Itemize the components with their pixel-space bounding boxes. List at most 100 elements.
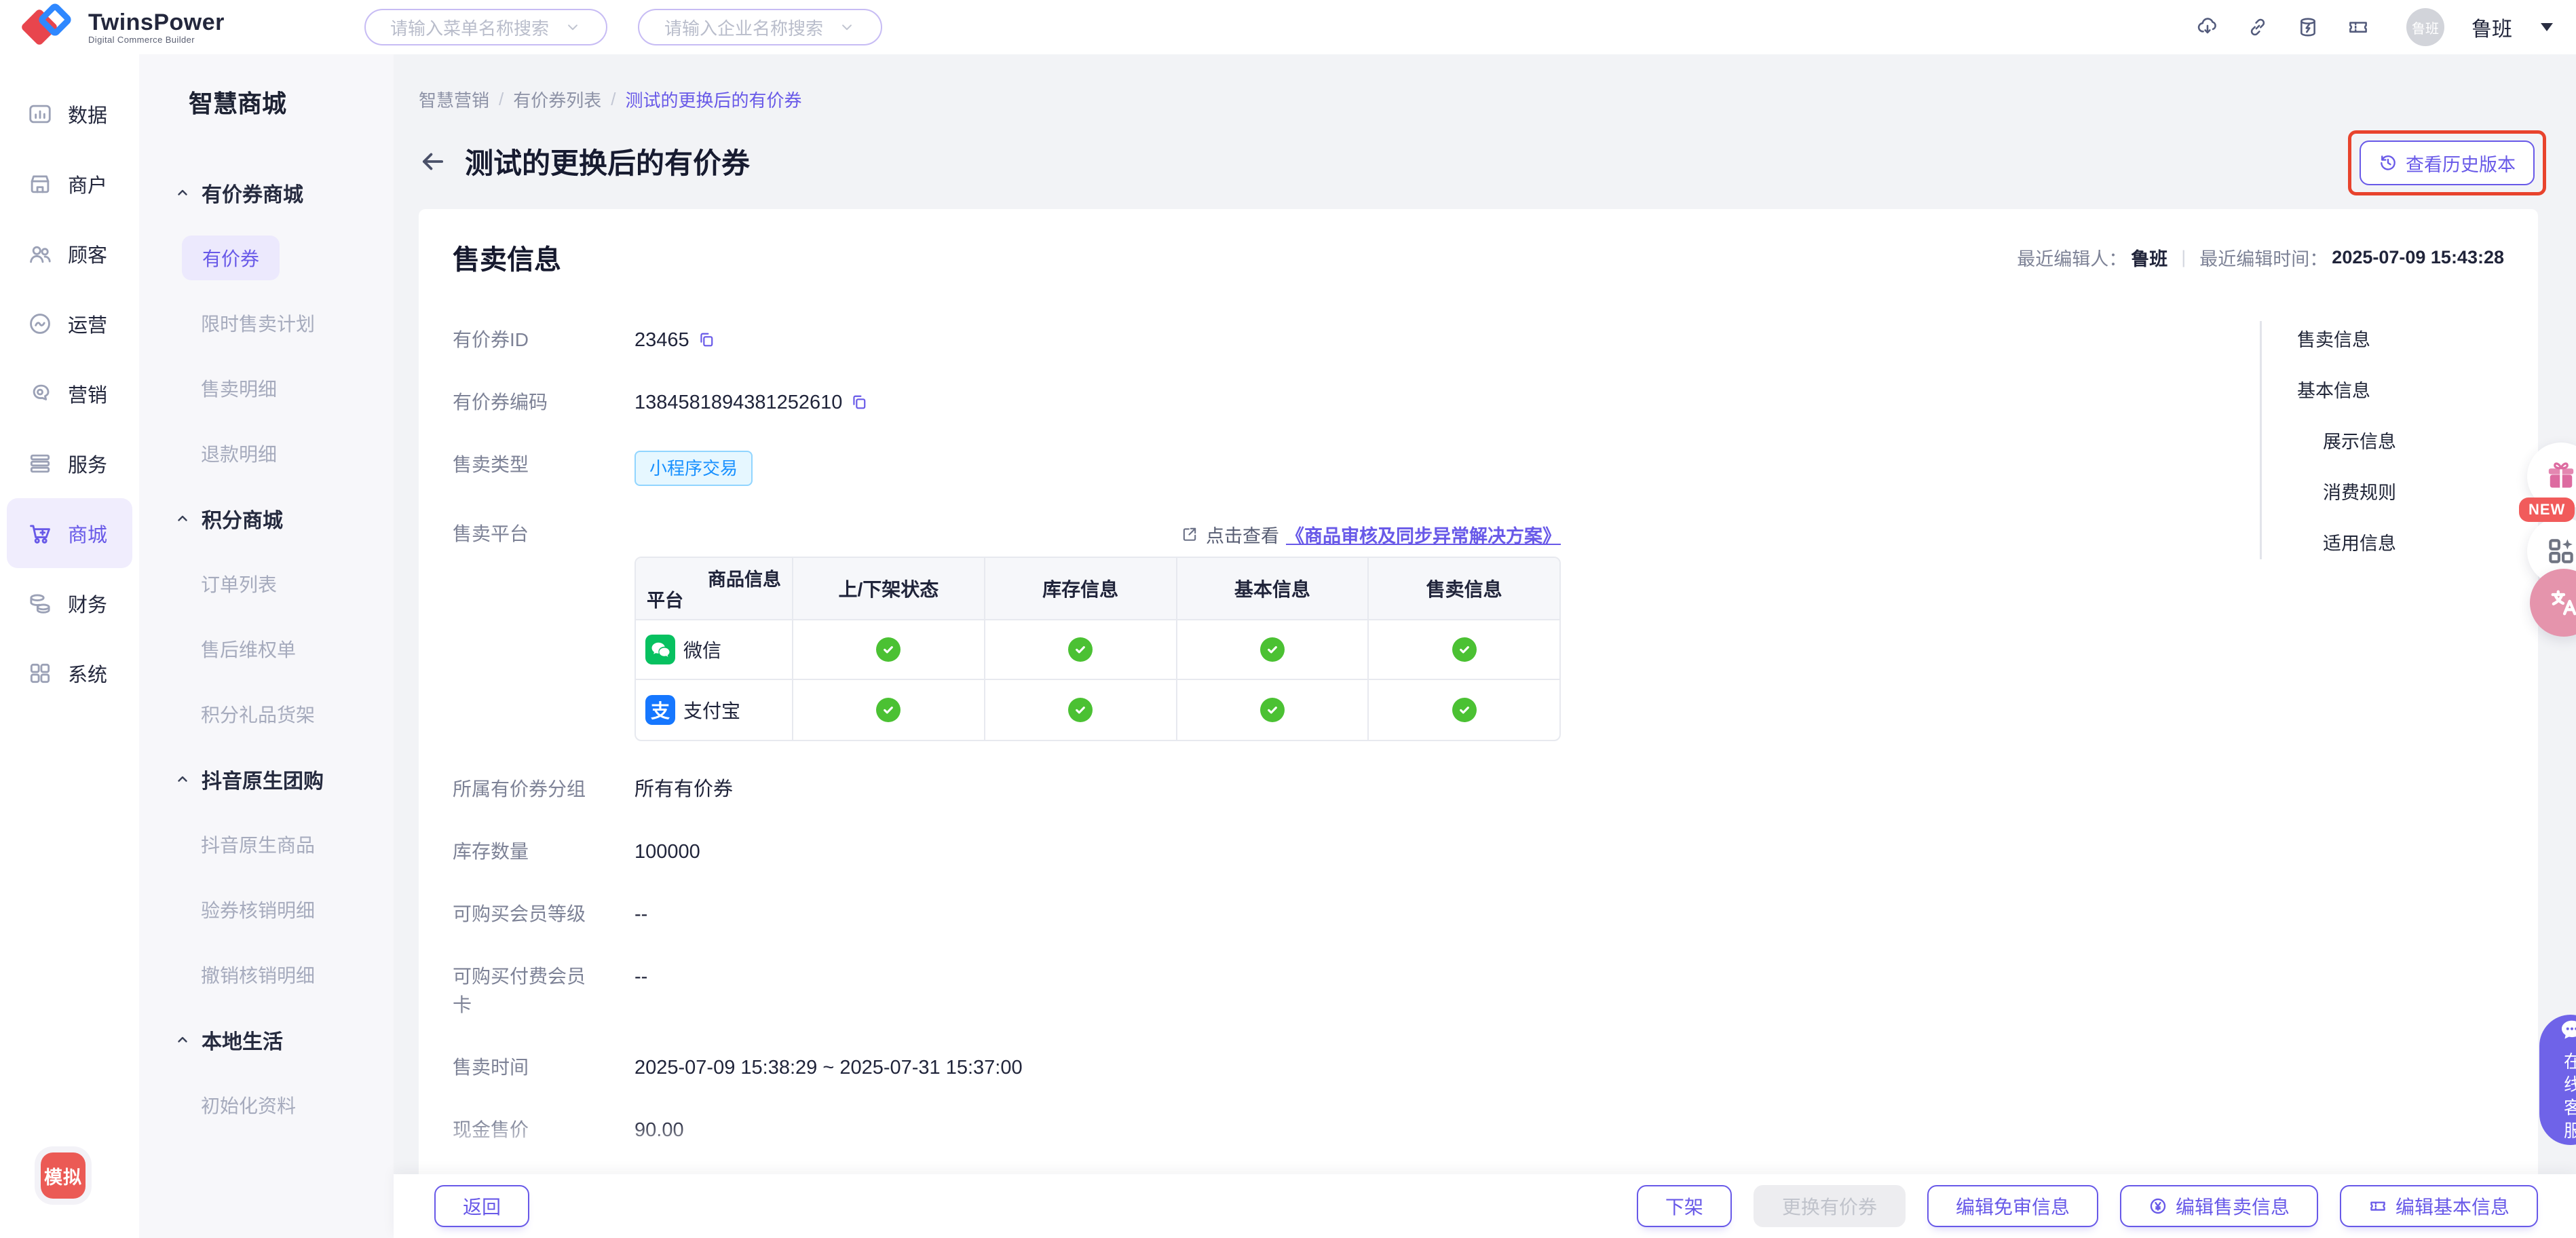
- column-header: 上/下架状态: [792, 558, 984, 620]
- sidebar-item-service[interactable]: 服务: [7, 428, 132, 498]
- copy-icon[interactable]: [850, 393, 868, 411]
- cloud-download-icon[interactable]: [2196, 16, 2219, 39]
- editor-name: 鲁班: [2131, 244, 2167, 271]
- field-cash-price: 现金售价 90.00: [453, 1116, 2504, 1144]
- coupon-icon[interactable]: [2347, 16, 2370, 39]
- section-local-life[interactable]: 本地生活: [139, 1007, 394, 1072]
- sale-type-tag: 小程序交易: [634, 451, 753, 486]
- submenu-title: 智慧商城: [139, 90, 394, 118]
- sidebar-item-data[interactable]: 数据: [7, 79, 132, 149]
- submenu-item-verify-detail[interactable]: 验券核销明细: [139, 896, 315, 923]
- status-check-icon: [1260, 698, 1285, 722]
- sidebar-item-finance[interactable]: 财务: [7, 568, 132, 638]
- edit-exempt-info-button[interactable]: 编辑免审信息: [1927, 1185, 2098, 1227]
- back-button[interactable]: 返回: [434, 1185, 529, 1227]
- solution-doc-link[interactable]: 《商品审核及同步异常解决方案》: [1286, 521, 1561, 548]
- anchor-item-consume-rules[interactable]: 消费规则: [2297, 478, 2396, 504]
- topbar: TwinsPower Digital Commerce Builder 请输入菜…: [0, 0, 2576, 54]
- field-sale-time: 售卖时间 2025-07-09 15:38:29 ~ 2025-07-31 15…: [453, 1053, 2504, 1082]
- anchor-item-apply-info[interactable]: 适用信息: [2297, 529, 2396, 555]
- platform-name: 支付宝: [683, 696, 740, 724]
- gift-icon: [2543, 459, 2576, 494]
- field-stock: 库存数量 100000: [453, 838, 2504, 866]
- submenu-item-limited-plan[interactable]: 限时售卖计划: [139, 310, 315, 337]
- chart-icon: [27, 101, 53, 127]
- submenu-item-sale-detail[interactable]: 售卖明细: [139, 375, 277, 402]
- apps-sparkle-icon: [2544, 534, 2576, 568]
- sidebar-item-merchant[interactable]: 商户: [7, 149, 132, 219]
- user-menu-caret-icon[interactable]: [2541, 23, 2553, 31]
- back-arrow-icon[interactable]: [419, 147, 447, 176]
- history-icon: [2379, 153, 2398, 172]
- service-icon: [27, 451, 53, 476]
- chevron-up-icon: [174, 1032, 191, 1048]
- column-header: 库存信息: [984, 558, 1176, 620]
- status-check-icon: [876, 698, 901, 722]
- copy-icon[interactable]: [698, 331, 715, 348]
- simulate-badge[interactable]: 模拟: [41, 1152, 86, 1199]
- field-paid-member-card: 可购买付费会员卡 --: [453, 962, 2504, 1019]
- submenu-item-refund-detail[interactable]: 退款明细: [139, 440, 277, 467]
- chevron-down-icon: [564, 18, 582, 36]
- submenu-item-aftersale[interactable]: 售后维权单: [139, 635, 296, 662]
- edit-sale-info-button[interactable]: 编辑售卖信息: [2120, 1185, 2318, 1227]
- sidebar-item-mall[interactable]: 商城: [7, 498, 132, 568]
- field-sale-type: 售卖类型 小程序交易: [453, 451, 2504, 486]
- link-icon[interactable]: [2246, 16, 2269, 39]
- sidebar-item-system[interactable]: 系统: [7, 638, 132, 708]
- menu-search-placeholder: 请输入菜单名称搜索: [390, 15, 549, 40]
- submenu-item-order-list[interactable]: 订单列表: [139, 570, 277, 597]
- submenu-item-revoke-detail[interactable]: 撤销核销明细: [139, 961, 315, 988]
- translate-icon: [2546, 585, 2576, 620]
- take-down-button[interactable]: 下架: [1637, 1185, 1732, 1227]
- panel-title: 售卖信息: [453, 238, 561, 277]
- submenu-item-gift-shelf[interactable]: 积分礼品货架: [139, 700, 315, 728]
- sidebar-item-operations[interactable]: 运营: [7, 288, 132, 358]
- user-avatar[interactable]: 鲁班: [2406, 8, 2444, 46]
- brand-tagline: Digital Commerce Builder: [88, 35, 225, 45]
- anchor-item-display-info[interactable]: 展示信息: [2297, 427, 2396, 453]
- database-icon[interactable]: [2296, 16, 2319, 39]
- coins-icon: [27, 590, 53, 616]
- user-name[interactable]: 鲁班: [2471, 12, 2512, 42]
- field-member-level: 可购买会员等级 --: [453, 900, 2504, 928]
- status-check-icon: [1452, 637, 1477, 662]
- edit-meta: 最近编辑人： 鲁班 | 最近编辑时间： 2025-07-09 15:43:28: [2017, 244, 2504, 271]
- section-douyin-group[interactable]: 抖音原生团购: [139, 747, 394, 812]
- submenu-item-douyin-goods[interactable]: 抖音原生商品: [139, 831, 315, 858]
- sidebar-item-marketing[interactable]: 营销: [7, 358, 132, 428]
- platform-sync-table: 商品信息 平台 上/下架状态 库存信息 基本信息 售卖信息: [634, 557, 1561, 741]
- column-header: 基本信息: [1176, 558, 1368, 620]
- table-row: 支 支付宝: [636, 680, 1559, 740]
- yen-circle-icon: [2148, 1197, 2167, 1216]
- edit-time: 2025-07-09 15:43:28: [2332, 247, 2504, 268]
- users-icon: [27, 241, 53, 267]
- status-check-icon: [1260, 637, 1285, 662]
- section-coupon-mall[interactable]: 有价券商城: [139, 160, 394, 225]
- operations-icon: [27, 311, 53, 337]
- annotation-highlight: 查看历史版本: [2348, 130, 2546, 195]
- org-search-select[interactable]: 请输入企业名称搜索: [638, 9, 882, 45]
- breadcrumb-item[interactable]: 有价券列表: [513, 87, 601, 112]
- submenu-item-coupon[interactable]: 有价券: [182, 236, 280, 280]
- section-points-mall[interactable]: 积分商城: [139, 486, 394, 551]
- main-content: 智慧营销 / 有价券列表 / 测试的更换后的有价券 测试的更换后的有价券 查看历…: [394, 54, 2576, 1238]
- chevron-up-icon: [174, 510, 191, 527]
- primary-sidebar: 数据 商户 顾客 运营 营销 服务 商城 财务 系统: [0, 54, 139, 1238]
- submenu-item-init-data[interactable]: 初始化资料: [139, 1091, 296, 1119]
- chat-icon: [2557, 1015, 2576, 1045]
- anchor-item-sale-info[interactable]: 售卖信息: [2297, 325, 2396, 352]
- table-row: 微信: [636, 620, 1559, 680]
- replace-coupon-button: 更换有价券: [1754, 1185, 1906, 1227]
- sidebar-item-customer[interactable]: 顾客: [7, 219, 132, 288]
- menu-search-select[interactable]: 请输入菜单名称搜索: [364, 9, 607, 45]
- edit-basic-info-button[interactable]: 编辑基本信息: [2340, 1185, 2538, 1227]
- table-corner-cell: 商品信息 平台: [636, 558, 792, 620]
- online-support-button[interactable]: 在线客服: [2539, 1015, 2576, 1145]
- wechat-icon: [645, 635, 675, 664]
- brand-logo: TwinsPower Digital Commerce Builder: [24, 3, 225, 52]
- view-history-button[interactable]: 查看历史版本: [2360, 140, 2535, 185]
- breadcrumb-item[interactable]: 智慧营销: [419, 87, 489, 112]
- anchor-item-basic-info[interactable]: 基本信息: [2297, 376, 2396, 402]
- coupon-id-value: 23465: [634, 326, 689, 354]
